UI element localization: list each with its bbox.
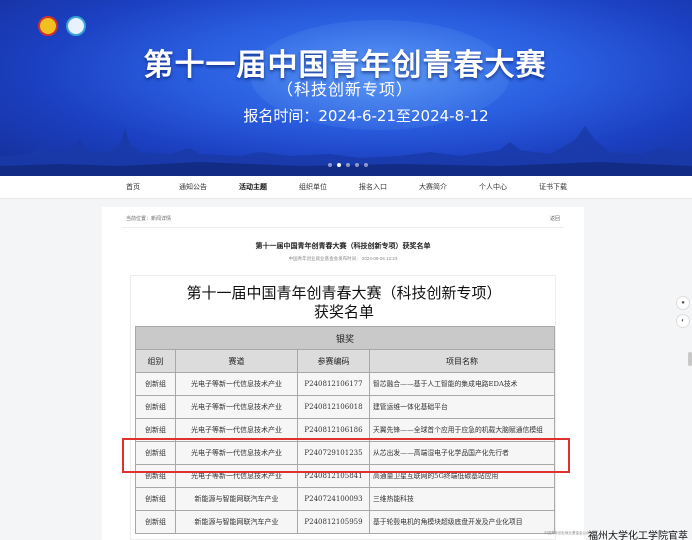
document-title-line1: 第十一届中国青年创青春大赛（科技创新专项） xyxy=(186,284,502,302)
watermark-small: 中国青年创业就业基金会公众号 xyxy=(544,531,593,535)
award-list-image: 第十一届中国青年创青春大赛（科技创新专项） 获奖名单 银奖 组别 赛道 参赛编码… xyxy=(130,275,556,540)
cell-group: 创新组 xyxy=(135,395,176,419)
back-link[interactable]: 返回 xyxy=(550,215,560,222)
header-code: 参赛编码 xyxy=(297,349,370,373)
main-nav: 首页 通知公告 活动主题 组织单位 报名入口 大赛简介 个人中心 证书下载 xyxy=(0,176,692,199)
table-row: 创新组 光电子等新一代信息技术产业 P240812106018 建管运维一体化基… xyxy=(135,395,555,419)
carousel-dot[interactable] xyxy=(364,163,368,167)
cell-track: 光电子等新一代信息技术产业 xyxy=(175,372,298,396)
header-track: 赛道 xyxy=(175,349,298,373)
award-table: 银奖 组别 赛道 参赛编码 项目名称 创新组 光电子等新一代信息技术产业 P24… xyxy=(135,326,555,534)
table-row: 创新组 光电子等新一代信息技术产业 P240812106177 智芯融合——基于… xyxy=(135,372,555,396)
cell-group: 创新组 xyxy=(135,510,176,534)
nav-item-home[interactable]: 首页 xyxy=(108,176,158,199)
article-title: 第十一届中国青年创青春大赛（科技创新专项）获奖名单 xyxy=(255,243,431,250)
cell-project: 智芯融合——基于人工智能的集成电路EDA技术 xyxy=(369,372,555,396)
nav-item-themes[interactable]: 活动主题 xyxy=(228,176,278,199)
carousel-dot[interactable] xyxy=(328,163,332,167)
cell-code: P240812106018 xyxy=(297,395,370,419)
table-row: 创新组 新能源与智能网联汽车产业 P240724100093 三维热能科技 xyxy=(135,487,555,511)
nav-item-notices[interactable]: 通知公告 xyxy=(168,176,218,199)
cell-group: 创新组 xyxy=(135,372,176,396)
cell-track: 新能源与智能网联汽车产业 xyxy=(175,487,298,511)
cell-code: P240812106177 xyxy=(297,372,370,396)
article-card: 当前位置：新闻详情 返回 第十一届中国青年创青春大赛（科技创新专项）获奖名单 中… xyxy=(102,207,584,540)
table-row: 创新组 新能源与智能网联汽车产业 P240812105959 基于轮毂电机的角模… xyxy=(135,510,555,534)
page: 第十一届中国青年创青春大赛 （科技创新专项） 报名时间：2024-6-21至20… xyxy=(0,0,692,540)
foundation-logo-icon xyxy=(66,16,86,36)
divider xyxy=(122,227,564,228)
banner-registration-dates: 报名时间：2024-6-21至2024-8-12 xyxy=(243,107,489,125)
article-meta: 中国青年创业就业基金会发布时间： 2024-09-26 12:23 xyxy=(288,256,398,261)
cell-project: 建管运维一体化基础平台 xyxy=(369,395,555,419)
side-float-icon[interactable]: ● xyxy=(676,296,690,310)
breadcrumb: 当前位置：新闻详情 xyxy=(126,216,172,222)
cell-code: P240724100093 xyxy=(297,487,370,511)
scrollbar[interactable] xyxy=(688,352,692,366)
cell-track: 光电子等新一代信息技术产业 xyxy=(175,395,298,419)
nav-item-profile[interactable]: 个人中心 xyxy=(468,176,518,199)
award-level: 银奖 xyxy=(135,326,555,350)
award-level-row: 银奖 xyxy=(135,326,555,350)
cell-code: P240812105959 xyxy=(297,510,370,534)
youth-league-logo-icon xyxy=(38,16,58,36)
carousel-dot[interactable] xyxy=(346,163,350,167)
header-group: 组别 xyxy=(135,349,176,373)
nav-item-certificates[interactable]: 证书下载 xyxy=(528,176,578,199)
carousel-dot[interactable] xyxy=(337,163,341,167)
table-header-row: 组别 赛道 参赛编码 项目名称 xyxy=(135,349,555,373)
side-float-toggle-icon[interactable]: ◐ xyxy=(676,314,690,328)
cell-group: 创新组 xyxy=(135,487,176,511)
cell-project: 三维热能科技 xyxy=(369,487,555,511)
document-title: 第十一届中国青年创青春大赛（科技创新专项） 获奖名单 xyxy=(131,284,557,322)
hero-banner[interactable]: 第十一届中国青年创青春大赛 （科技创新专项） 报名时间：2024-6-21至20… xyxy=(0,0,692,176)
banner-subtitle: （科技创新专项） xyxy=(276,80,413,99)
nav-item-organizers[interactable]: 组织单位 xyxy=(288,176,338,199)
carousel-dots xyxy=(328,163,368,167)
document-title-line2: 获奖名单 xyxy=(313,303,374,321)
highlight-box xyxy=(122,438,570,473)
watermark: 福州大学化工学院官萃 xyxy=(588,531,688,540)
nav-item-about[interactable]: 大赛简介 xyxy=(408,176,458,199)
cell-project: 基于轮毂电机的角模块超级底盘开发及产业化项目 xyxy=(369,510,555,534)
nav-item-registration[interactable]: 报名入口 xyxy=(348,176,398,199)
carousel-dot[interactable] xyxy=(355,163,359,167)
header-project: 项目名称 xyxy=(369,349,555,373)
cell-track: 新能源与智能网联汽车产业 xyxy=(175,510,298,534)
